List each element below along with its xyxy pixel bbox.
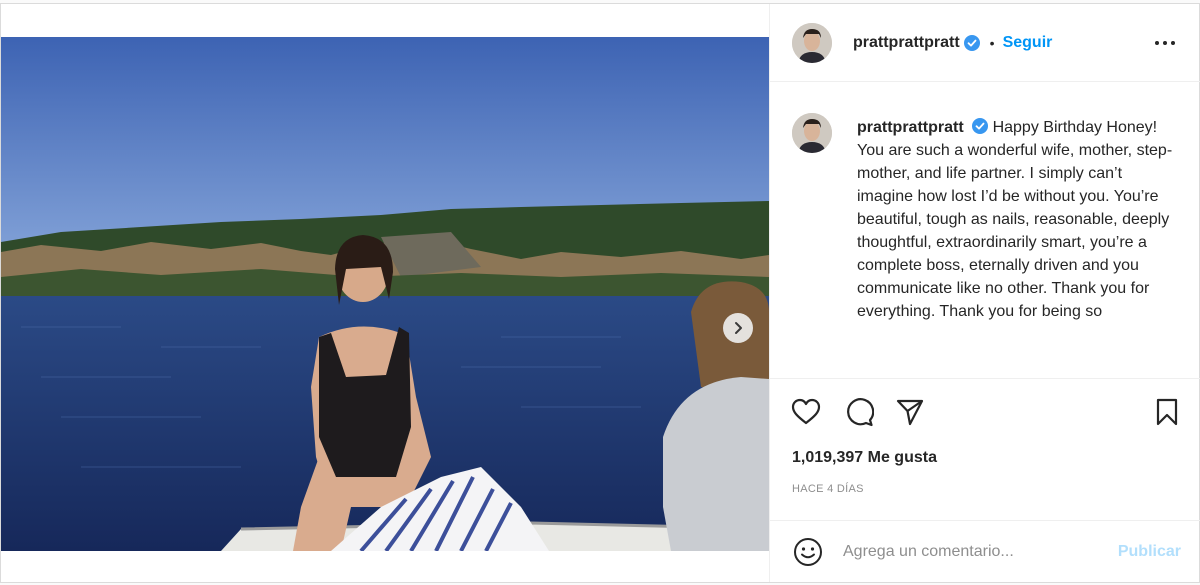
caption-text-block: prattprattpratt Happy Birthday Honey! Yo… bbox=[857, 116, 1177, 323]
smiley-icon bbox=[794, 537, 822, 566]
post-photo[interactable] bbox=[1, 37, 769, 551]
bookmark-icon bbox=[1156, 398, 1178, 426]
post-media bbox=[1, 4, 769, 582]
lake-photo-illustration bbox=[1, 37, 769, 551]
heart-icon bbox=[791, 398, 821, 425]
header-username[interactable]: prattprattpratt bbox=[853, 34, 960, 52]
follow-button[interactable]: Seguir bbox=[1003, 34, 1053, 52]
comment-form: Publicar bbox=[770, 520, 1200, 582]
caption-section: prattprattpratt Happy Birthday Honey! Yo… bbox=[770, 83, 1200, 377]
comment-input[interactable] bbox=[843, 542, 1103, 561]
caption-avatar[interactable] bbox=[792, 113, 832, 153]
avatar-image bbox=[792, 22, 832, 63]
avatar-image bbox=[792, 113, 832, 153]
verified-badge-icon bbox=[972, 118, 989, 134]
post-timestamp[interactable]: HACE 4 DÍAS bbox=[792, 483, 864, 495]
caption-text: Happy Birthday Honey! You are such a won… bbox=[857, 119, 1173, 320]
more-options-icon bbox=[1155, 41, 1175, 45]
next-photo-button[interactable] bbox=[723, 313, 753, 343]
emoji-button[interactable] bbox=[792, 536, 824, 568]
post-actions: 1,019,397 Me gusta HACE 4 DÍAS bbox=[770, 378, 1200, 520]
save-button[interactable] bbox=[1151, 396, 1183, 428]
share-button[interactable] bbox=[894, 396, 926, 428]
header-separator: • bbox=[989, 34, 995, 51]
chevron-right-icon bbox=[735, 322, 742, 334]
like-button[interactable] bbox=[790, 396, 822, 428]
caption-username[interactable]: prattprattpratt bbox=[857, 119, 964, 136]
instagram-post: prattprattpratt • Seguir prattprattpratt… bbox=[0, 3, 1200, 583]
post-sidebar: prattprattpratt • Seguir prattprattpratt… bbox=[769, 4, 1200, 582]
comment-button[interactable] bbox=[843, 396, 875, 428]
verified-badge-icon bbox=[963, 34, 980, 51]
likes-count[interactable]: 1,019,397 Me gusta bbox=[792, 449, 937, 467]
paper-plane-icon bbox=[896, 399, 924, 426]
comment-icon bbox=[847, 398, 874, 427]
more-options-button[interactable] bbox=[1153, 31, 1177, 55]
publish-button[interactable]: Publicar bbox=[1118, 543, 1181, 561]
post-header: prattprattpratt • Seguir bbox=[770, 4, 1200, 82]
profile-avatar[interactable] bbox=[792, 22, 832, 63]
